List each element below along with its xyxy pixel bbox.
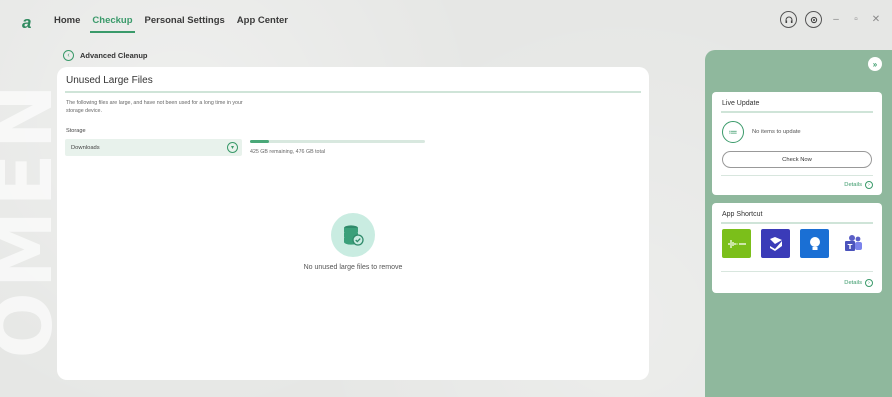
storage-selected-value: Downloads [71,144,100,151]
update-list-icon: ≔ [722,121,744,143]
nav-home[interactable]: Home [54,15,80,26]
live-update-details-link[interactable]: Details › [844,181,873,189]
top-right-controls: – ▫ ✕ [780,11,882,28]
app-logo: a [22,13,32,32]
widget-divider [721,111,873,113]
widget-divider [721,222,873,224]
empty-state-message: No unused large files to remove [303,264,403,271]
nav-personal-settings[interactable]: Personal Settings [145,15,225,26]
back-arrow-icon[interactable]: ‹ [63,50,74,61]
tips-app-icon[interactable] [800,229,829,258]
app-shortcut-details-link[interactable]: Details › [844,279,873,287]
breadcrumb-title: Advanced Cleanup [80,51,148,60]
teams-app-icon[interactable]: T [839,229,868,258]
storage-dropdown[interactable]: Downloads ▾ [65,139,242,156]
breadcrumb: ‹ Advanced Cleanup [63,50,148,61]
description-text: The following files are large, and have … [66,100,243,114]
chevron-right-icon: › [865,279,873,287]
right-side-panel: » Live Update ≔ No items to update Check… [705,50,892,397]
minimize-button[interactable]: – [830,14,842,25]
chevron-right-icon: › [865,181,873,189]
database-check-icon [331,213,375,257]
brand-watermark: OMEN [0,80,70,359]
nav-checkup[interactable]: Checkup [90,15,135,33]
unused-large-files-card: Unused Large Files The following files a… [57,67,649,380]
widget-separator [721,175,873,176]
audio-app-icon[interactable] [722,229,751,258]
live-update-title: Live Update [722,100,760,107]
settings-gear-icon[interactable] [805,11,822,28]
app-shortcut-title: App Shortcut [722,211,763,218]
restore-button[interactable]: ▫ [850,14,862,25]
app-shortcut-list: T [722,229,868,258]
storage-progress-fill [250,140,269,143]
storage-capacity-text: 425 GB remaining, 476 GB total [250,149,326,155]
check-now-button[interactable]: Check Now [722,151,872,168]
svg-text:T: T [847,243,852,251]
live-update-widget: Live Update ≔ No items to update Check N… [712,92,882,195]
storage-progress-bar [250,140,425,143]
update-status-text: No items to update [752,129,801,135]
chevron-down-icon[interactable]: ▾ [227,142,238,153]
storage-label: Storage [66,128,86,134]
title-divider [65,91,641,93]
app-shortcut-widget: App Shortcut T Details › [712,203,882,293]
widget-separator [721,271,873,272]
support-headset-icon[interactable] [780,11,797,28]
details-label: Details [844,280,862,286]
page-title: Unused Large Files [66,75,153,86]
collapse-panel-icon[interactable]: » [868,57,882,71]
close-button[interactable]: ✕ [870,14,882,25]
main-nav: Home Checkup Personal Settings App Cente… [54,15,300,33]
details-label: Details [844,182,862,188]
top-bar: a Home Checkup Personal Settings App Cen… [0,0,892,40]
uxbridge-app-icon[interactable] [761,229,790,258]
nav-app-center[interactable]: App Center [237,15,288,26]
